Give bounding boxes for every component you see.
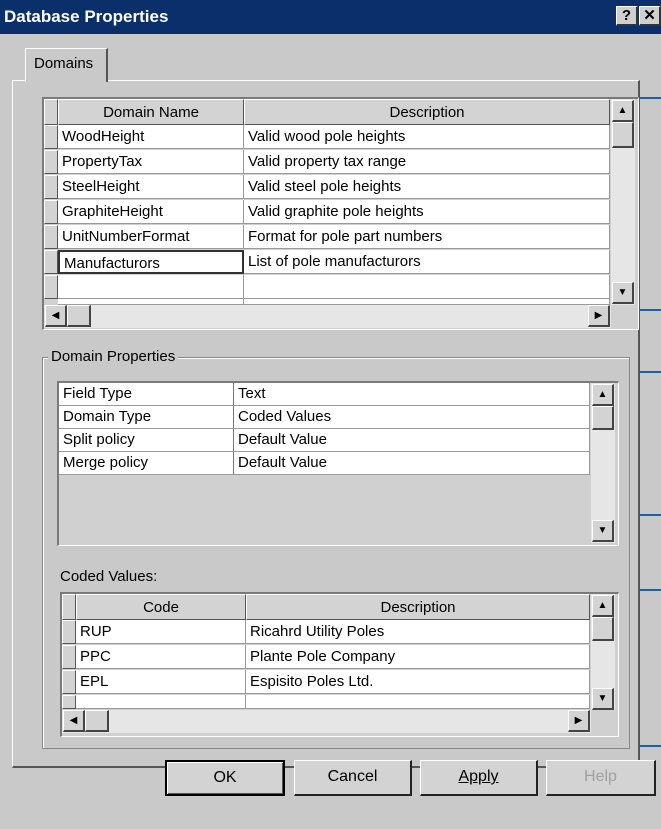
close-button[interactable]: ✕: [639, 6, 661, 26]
table-cell-description[interactable]: Format for pole part numbers: [244, 225, 610, 249]
table-cell-description[interactable]: Valid property tax range: [244, 150, 610, 174]
table-cell-description[interactable]: List of pole manufacturors: [244, 250, 610, 274]
scroll-right-arrow-icon[interactable]: ▶: [588, 305, 610, 327]
row-header-corner: [44, 99, 58, 125]
property-name-cell: Merge policy: [59, 452, 234, 475]
scroll-left-arrow-icon[interactable]: ◀: [63, 710, 85, 732]
table-cell-description[interactable]: Valid steel pole heights: [244, 175, 610, 199]
table-cell-description[interactable]: Espisito Poles Ltd.: [246, 670, 590, 694]
window-title: Database Properties: [4, 7, 169, 26]
table-cell-description[interactable]: Valid graphite pole heights: [244, 200, 610, 224]
callout-line: [640, 514, 661, 516]
callout-line: [640, 97, 661, 99]
property-value-cell[interactable]: Default Value: [234, 429, 590, 452]
table-cell-domain-name[interactable]: PropertyTax: [58, 150, 244, 174]
scroll-up-arrow-icon[interactable]: ▲: [592, 595, 614, 617]
tab-domains[interactable]: Domains: [25, 48, 108, 82]
scroll-up-arrow-icon[interactable]: ▲: [592, 384, 614, 406]
callout-line: [640, 745, 661, 747]
table-cell-new-row[interactable]: [246, 695, 590, 709]
table-cell-description[interactable]: Ricahrd Utility Poles: [246, 620, 590, 644]
table-cell-new-row[interactable]: [76, 695, 246, 709]
row-selector[interactable]: [44, 175, 58, 199]
table-cell-description[interactable]: Valid wood pole heights: [244, 125, 610, 149]
row-selector[interactable]: [44, 200, 58, 224]
apply-button[interactable]: Apply: [420, 760, 538, 796]
table-cell-new-row[interactable]: [244, 275, 610, 299]
column-header-description[interactable]: Description: [246, 594, 590, 620]
help-title-button[interactable]: ?: [616, 6, 638, 26]
table-cell-new-row[interactable]: [58, 275, 244, 299]
table-cell-code[interactable]: EPL: [76, 670, 246, 694]
property-name-cell: Domain Type: [59, 406, 234, 429]
tab-domains-label: Domains: [34, 55, 94, 72]
scroll-thumb[interactable]: [592, 617, 614, 641]
scroll-thumb[interactable]: [67, 305, 91, 327]
scroll-thumb[interactable]: [612, 122, 634, 148]
cancel-button[interactable]: Cancel: [294, 760, 412, 796]
property-name-cell: Split policy: [59, 429, 234, 452]
row-selector[interactable]: [62, 645, 76, 669]
callout-line: [640, 309, 661, 311]
scroll-right-arrow-icon[interactable]: ▶: [568, 710, 590, 732]
table-cell-code[interactable]: RUP: [76, 620, 246, 644]
table-cell-domain-name-active[interactable]: Manufacturors: [58, 250, 244, 274]
row-header-corner: [62, 594, 76, 620]
scroll-left-arrow-icon[interactable]: ◀: [45, 305, 67, 327]
column-header-description[interactable]: Description: [244, 99, 610, 125]
row-selector[interactable]: [44, 150, 58, 174]
row-selector-new[interactable]: [62, 695, 76, 709]
title-bar: Database Properties ? ✕: [0, 0, 661, 34]
coded-values-horizontal-scrollbar[interactable]: [62, 710, 591, 733]
table-cell-domain-name[interactable]: SteelHeight: [58, 175, 244, 199]
row-selector[interactable]: [44, 250, 58, 274]
row-selector[interactable]: [62, 620, 76, 644]
scroll-up-arrow-icon[interactable]: ▲: [612, 100, 634, 122]
row-selector[interactable]: [44, 225, 58, 249]
help-button[interactable]: Help: [546, 760, 656, 796]
column-header-code[interactable]: Code: [76, 594, 246, 620]
property-value-cell[interactable]: Default Value: [234, 452, 590, 475]
table-cell-domain-name[interactable]: WoodHeight: [58, 125, 244, 149]
property-value-cell[interactable]: Text: [234, 383, 590, 406]
callout-line: [640, 371, 661, 373]
row-selector-new[interactable]: [44, 275, 58, 299]
property-value-cell[interactable]: Coded Values: [234, 406, 590, 429]
property-name-cell: Field Type: [59, 383, 234, 406]
table-cell-domain-name[interactable]: UnitNumberFormat: [58, 225, 244, 249]
row-selector[interactable]: [44, 125, 58, 149]
table-cell-domain-name[interactable]: GraphiteHeight: [58, 200, 244, 224]
scroll-down-arrow-icon[interactable]: ▼: [592, 520, 614, 542]
domain-properties-label: Domain Properties: [48, 348, 179, 365]
table-cell-code[interactable]: PPC: [76, 645, 246, 669]
ok-button[interactable]: OK: [165, 760, 285, 796]
scroll-thumb[interactable]: [85, 710, 109, 732]
table-cell-description[interactable]: Plante Pole Company: [246, 645, 590, 669]
column-header-domain-name[interactable]: Domain Name: [58, 99, 244, 125]
domains-horizontal-scrollbar[interactable]: [44, 305, 611, 328]
scroll-down-arrow-icon[interactable]: ▼: [592, 688, 614, 710]
scroll-thumb[interactable]: [592, 406, 614, 430]
callout-line: [640, 589, 661, 591]
scroll-down-arrow-icon[interactable]: ▼: [612, 282, 634, 304]
row-selector[interactable]: [62, 670, 76, 694]
coded-values-label: Coded Values:: [60, 568, 158, 585]
